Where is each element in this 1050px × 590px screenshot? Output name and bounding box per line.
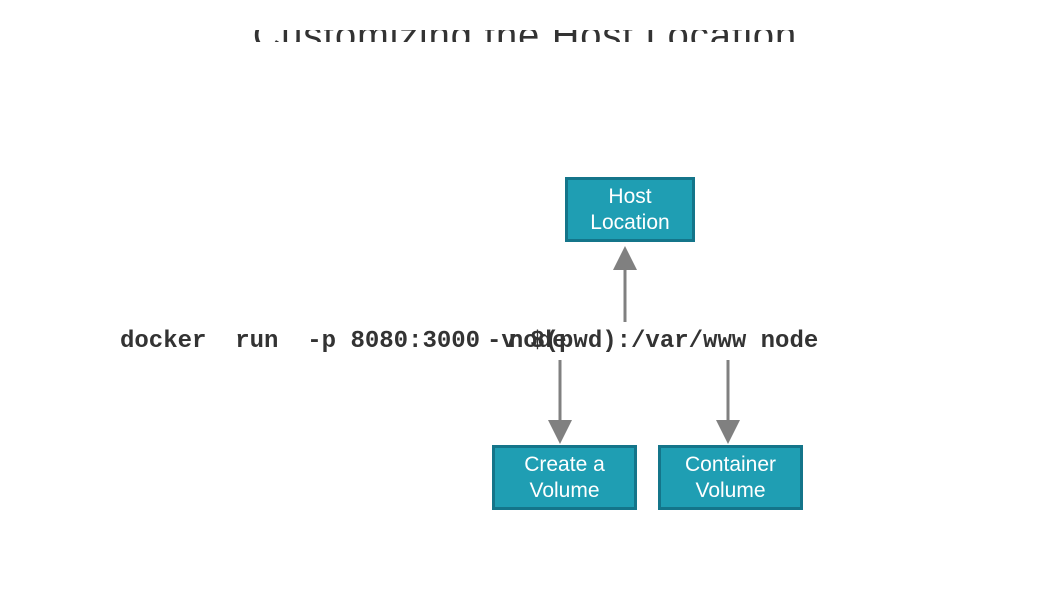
label-text: Volume <box>529 478 599 504</box>
label-container-volume: Container Volume <box>658 445 803 510</box>
label-text: Location <box>590 210 669 236</box>
label-text: Create a <box>524 452 605 478</box>
label-text: Container <box>685 452 776 478</box>
label-text: Host <box>608 184 651 210</box>
label-create-volume: Create a Volume <box>492 445 637 510</box>
label-text: Volume <box>695 478 765 504</box>
command-overlap-text: -v $(pwd):/var/www node <box>487 328 818 355</box>
diagram-canvas: Customizing the Host Location docker run… <box>0 0 1050 590</box>
truncated-title: Customizing the Host Location <box>0 30 1050 42</box>
label-host-location: Host Location <box>565 177 695 242</box>
